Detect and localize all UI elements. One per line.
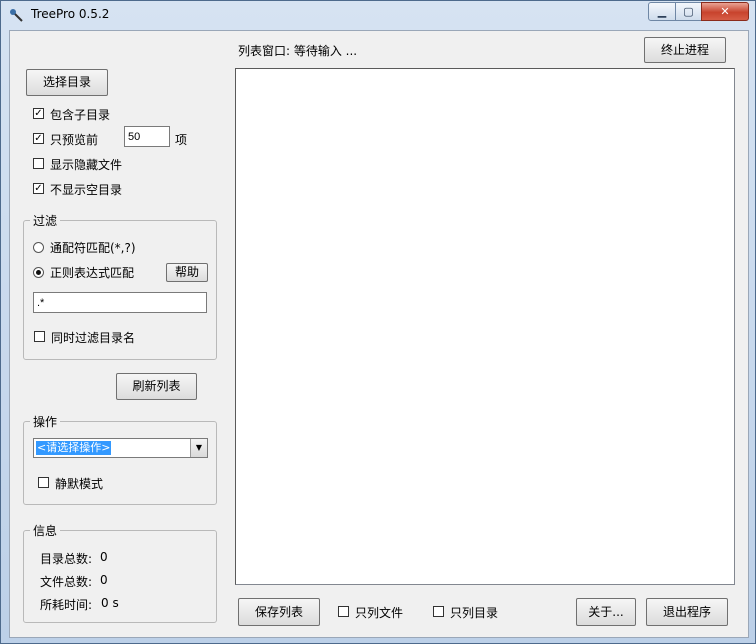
filter-dirs-label: 同时过滤目录名	[51, 331, 136, 345]
preview-only-label: 只预览前	[50, 133, 99, 147]
show-hidden-checkbox[interactable]	[33, 158, 44, 169]
dirs-only-label: 只列目录	[450, 606, 499, 620]
refresh-list-button[interactable]: 刷新列表	[116, 373, 197, 400]
choose-directory-button[interactable]: 选择目录	[26, 69, 108, 96]
regex-label: 正则表达式匹配	[50, 266, 135, 280]
preview-count-input[interactable]	[124, 126, 170, 147]
show-hidden-label: 显示隐藏文件	[50, 158, 123, 172]
operation-selected-value: <请选择操作>	[36, 441, 112, 455]
wildcard-label: 通配符匹配(*,?)	[50, 241, 136, 255]
filter-group-title: 过滤	[30, 212, 61, 229]
filter-group: 过滤 通配符匹配(*,?) 正则表达式匹配 帮助 同时过滤目录名	[23, 212, 217, 360]
filter-pattern-input[interactable]	[33, 292, 207, 313]
tree-app-icon	[10, 9, 23, 22]
about-button[interactable]: 关于...	[576, 598, 636, 626]
file-count-value: 0	[100, 573, 108, 587]
filter-dirs-checkbox[interactable]	[34, 331, 45, 342]
files-only-label: 只列文件	[355, 606, 404, 620]
hide-empty-dirs-label: 不显示空目录	[50, 183, 123, 197]
minimize-button[interactable]: ▁	[648, 2, 676, 21]
elapsed-time-value: 0 s	[101, 596, 119, 610]
info-group: 信息 目录总数: 0 文件总数: 0 所耗时间: 0 s	[23, 522, 217, 623]
silent-mode-label: 静默模式	[55, 477, 104, 491]
elapsed-time-label: 所耗时间:	[40, 598, 93, 612]
dir-count-value: 0	[100, 550, 108, 564]
close-button[interactable]: ✕	[701, 2, 749, 21]
chevron-down-icon[interactable]: ▼	[190, 439, 207, 457]
title-bar[interactable]: TreePro 0.5.2 ▁ ▢ ✕	[1, 1, 755, 29]
operation-group-title: 操作	[30, 413, 61, 430]
preview-only-checkbox[interactable]: ✓	[33, 133, 44, 144]
maximize-button[interactable]: ▢	[675, 2, 702, 21]
list-status-text: 列表窗口: 等待输入 ...	[238, 44, 358, 58]
app-window: TreePro 0.5.2 ▁ ▢ ✕ 列表窗口: 等待输入 ... 终止进程 …	[0, 0, 756, 644]
client-area: 列表窗口: 等待输入 ... 终止进程 选择目录 ✓ 包含子目录 ✓ 只预览前 …	[9, 30, 749, 638]
exit-button[interactable]: 退出程序	[646, 598, 728, 626]
files-only-checkbox[interactable]	[338, 606, 349, 617]
wildcard-radio[interactable]	[33, 242, 44, 253]
dir-count-label: 目录总数:	[40, 552, 93, 566]
window-title: TreePro 0.5.2	[31, 7, 110, 21]
operation-group: 操作 <请选择操作> ▼ 静默模式	[23, 413, 217, 505]
file-count-label: 文件总数:	[40, 575, 93, 589]
silent-mode-checkbox[interactable]	[38, 477, 49, 488]
preview-count-suffix: 项	[175, 133, 188, 147]
save-list-button[interactable]: 保存列表	[238, 598, 320, 626]
info-group-title: 信息	[30, 522, 61, 539]
regex-radio[interactable]	[33, 267, 44, 278]
help-button[interactable]: 帮助	[166, 263, 208, 282]
include-subdirs-checkbox[interactable]: ✓	[33, 108, 44, 119]
hide-empty-dirs-checkbox[interactable]: ✓	[33, 183, 44, 194]
include-subdirs-label: 包含子目录	[50, 108, 111, 122]
file-list-area[interactable]	[235, 68, 735, 585]
stop-process-button[interactable]: 终止进程	[644, 37, 726, 63]
operation-select[interactable]: <请选择操作> ▼	[33, 438, 208, 458]
dirs-only-checkbox[interactable]	[433, 606, 444, 617]
